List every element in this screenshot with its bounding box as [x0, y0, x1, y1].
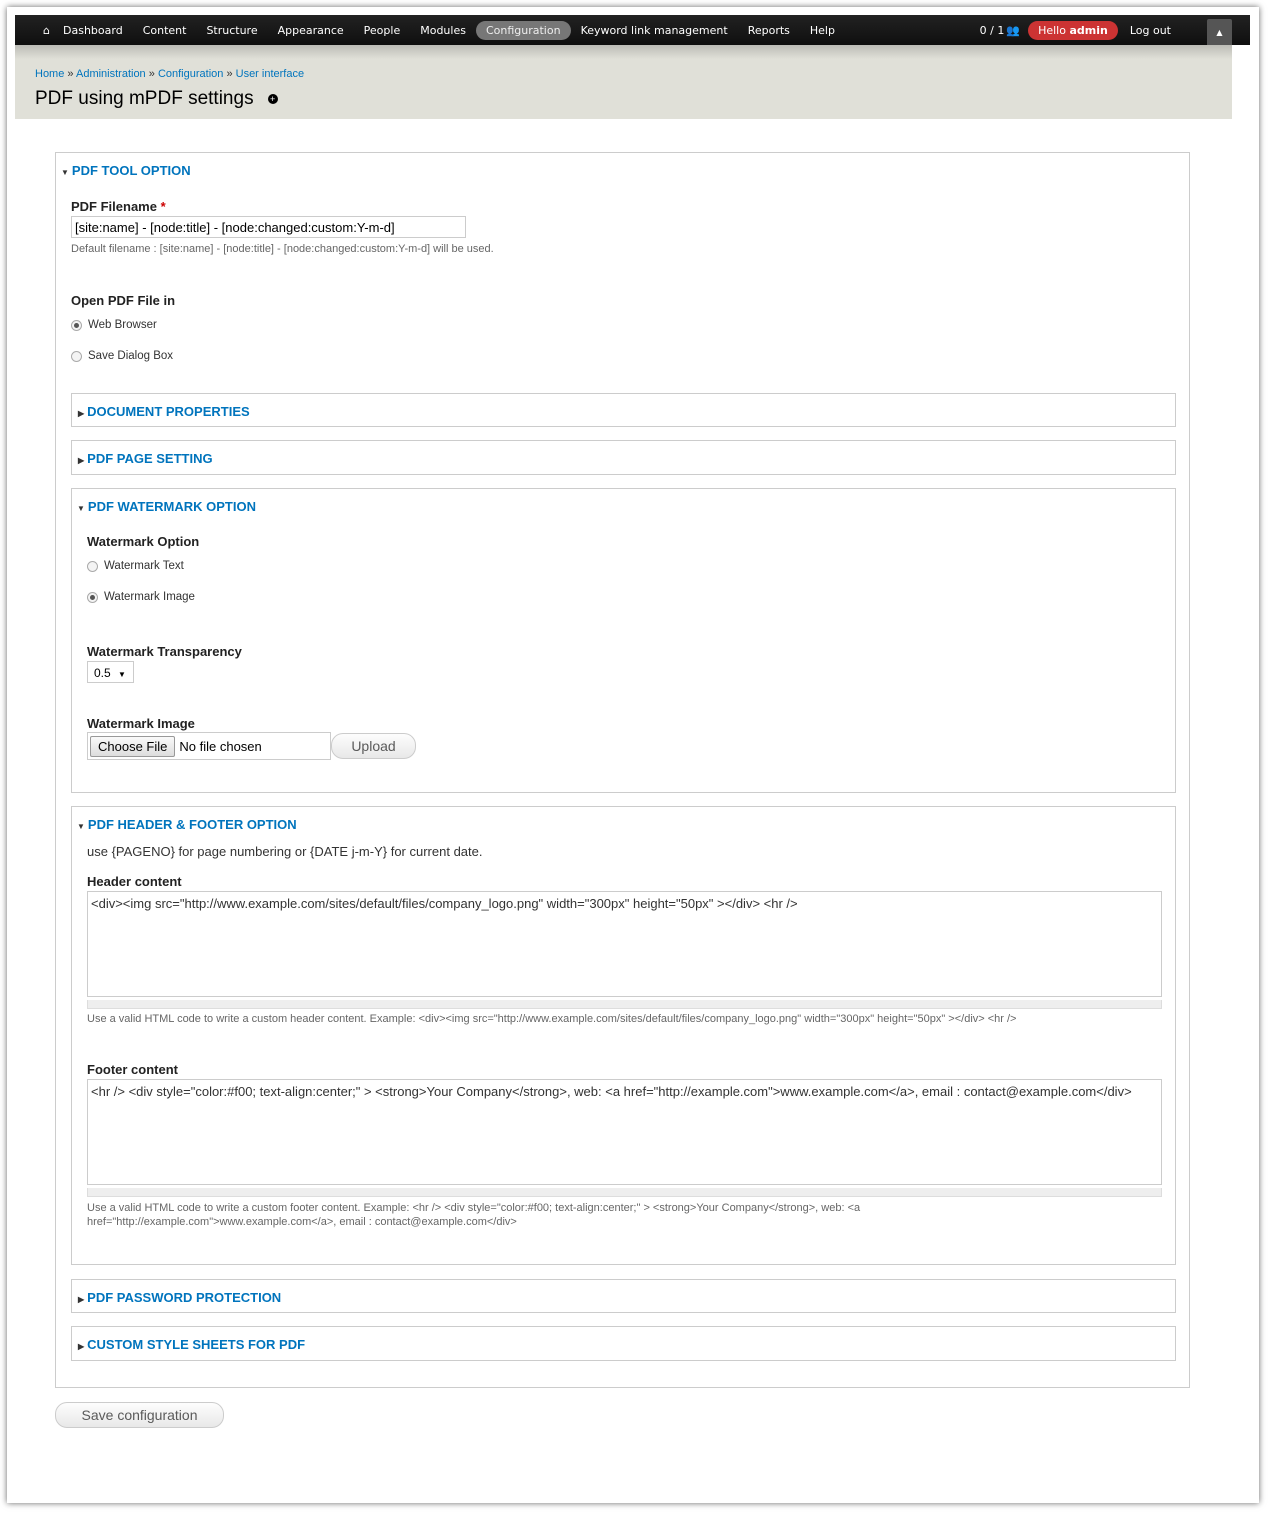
- page-title: PDF using mPDF settings: [35, 88, 254, 109]
- radio-label: Save Dialog Box: [88, 350, 174, 362]
- pdf-watermark-toggle[interactable]: ▼ PDF WATERMARK OPTION: [77, 499, 256, 514]
- legend: PDF TOOL OPTION: [71, 163, 191, 178]
- document-properties-fieldset: ▶ DOCUMENT PROPERTIES: [71, 393, 1176, 427]
- header-content-label: Header content: [87, 874, 182, 889]
- legend: PDF PAGE SETTING: [87, 451, 213, 466]
- radio-label: Watermark Text: [104, 560, 184, 572]
- pdf-filename-input[interactable]: [71, 216, 466, 238]
- resize-grip[interactable]: [87, 1000, 1162, 1009]
- breadcrumb-configuration[interactable]: Configuration: [158, 68, 223, 80]
- legend: PDF WATERMARK OPTION: [87, 499, 256, 514]
- radio-web-browser[interactable]: Web Browser: [71, 319, 157, 331]
- sep: »: [67, 68, 74, 80]
- logout-link[interactable]: Log out: [1130, 24, 1171, 37]
- radio-label: Web Browser: [88, 319, 157, 331]
- nav-reports[interactable]: Reports: [738, 21, 800, 40]
- legend: DOCUMENT PROPERTIES: [87, 404, 250, 419]
- sep: »: [148, 68, 155, 80]
- watermark-image-label: Watermark Image: [87, 716, 195, 731]
- breadcrumb-administration[interactable]: Administration: [76, 68, 146, 80]
- nav-structure[interactable]: Structure: [196, 21, 267, 40]
- pdf-filename-description: Default filename : [site:name] - [node:t…: [71, 243, 494, 255]
- footer-content-description: Use a valid HTML code to write a custom …: [87, 1202, 861, 1228]
- pdf-tool-option-fieldset: ▼PDF TOOL OPTION PDF Filename * Default …: [55, 152, 1190, 1388]
- header-footer-note: use {PAGENO} for page numbering or {DATE…: [87, 844, 483, 859]
- nav-people[interactable]: People: [354, 21, 411, 40]
- sep: »: [226, 68, 233, 80]
- breadcrumb-home[interactable]: Home: [35, 68, 64, 80]
- pdf-page-setting-toggle[interactable]: ▶ PDF PAGE SETTING: [78, 451, 213, 466]
- radio-label: Watermark Image: [104, 591, 195, 603]
- nav-modules[interactable]: Modules: [410, 21, 476, 40]
- document-properties-toggle[interactable]: ▶ DOCUMENT PROPERTIES: [78, 404, 250, 419]
- open-pdf-label: Open PDF File in: [71, 293, 176, 308]
- dropdown-arrow-icon: ▼: [118, 670, 126, 679]
- pdf-tool-option-toggle[interactable]: ▼ PDF TOOL OPTION: [61, 163, 191, 178]
- choose-file-button[interactable]: Choose File: [90, 735, 176, 757]
- radio-watermark-image[interactable]: Watermark Image: [87, 591, 195, 603]
- custom-css-toggle[interactable]: ▶ CUSTOM STYLE SHEETS FOR PDF: [78, 1337, 305, 1352]
- watermark-file-input[interactable]: Choose File No file chosen: [87, 732, 331, 760]
- pdf-watermark-fieldset: ▼ PDF WATERMARK OPTION Watermark Option W…: [71, 488, 1176, 793]
- add-shortcut-icon[interactable]: +: [267, 93, 278, 104]
- radio-icon: [71, 319, 82, 331]
- breadcrumb-user-interface[interactable]: User interface: [236, 68, 304, 80]
- legend: PDF PASSWORD PROTECTION: [87, 1290, 282, 1305]
- pdf-password-toggle[interactable]: ▶ PDF PASSWORD PROTECTION: [78, 1290, 281, 1305]
- toggle-drawer-icon[interactable]: ▲: [1207, 19, 1232, 45]
- required-marker: *: [160, 199, 166, 214]
- header-content-textarea[interactable]: <div><img src="http://www.example.com/si…: [87, 891, 1162, 997]
- watermark-transparency-select[interactable]: 0.5 ▼: [87, 661, 134, 683]
- page-header: Home » Administration » Configuration » …: [15, 45, 1232, 119]
- username: admin: [1069, 23, 1108, 37]
- nav-configuration[interactable]: Configuration: [475, 20, 571, 40]
- footer-content-textarea[interactable]: <hr /> <div style="color:#f00; text-alig…: [87, 1079, 1162, 1185]
- users-icon: 👥: [1006, 23, 1021, 37]
- collapsed-triangle-icon: ▶: [78, 409, 85, 418]
- save-configuration-button[interactable]: Save configuration: [55, 1402, 224, 1428]
- home-icon[interactable]: ⌂: [33, 21, 53, 40]
- radio-icon: [87, 560, 98, 572]
- footer-content-label: Footer content: [87, 1062, 178, 1077]
- radio-icon: [87, 591, 98, 603]
- header-content-description: Use a valid HTML code to write a custom …: [87, 1013, 1017, 1025]
- hello-user-badge[interactable]: Hello admin: [1028, 20, 1118, 40]
- select-value: 0.5: [94, 666, 111, 680]
- radio-save-dialog-box[interactable]: Save Dialog Box: [71, 350, 173, 362]
- hello-text: Hello: [1038, 23, 1066, 37]
- nav-content[interactable]: Content: [133, 21, 197, 40]
- collapsed-triangle-icon: ▶: [78, 1295, 85, 1304]
- custom-css-fieldset: ▶ CUSTOM STYLE SHEETS FOR PDF: [71, 1326, 1176, 1361]
- users-count: 0 / 1: [979, 23, 1005, 37]
- expanded-triangle-icon: ▼: [77, 504, 85, 513]
- collapsed-triangle-icon: ▶: [78, 456, 85, 465]
- expanded-triangle-icon: ▼: [77, 822, 85, 831]
- radio-icon: [71, 350, 82, 362]
- legend: PDF HEADER & FOOTER OPTION: [87, 817, 297, 832]
- pdf-password-fieldset: ▶ PDF PASSWORD PROTECTION: [71, 1279, 1176, 1313]
- nav-appearance[interactable]: Appearance: [268, 21, 354, 40]
- nav-dashboard[interactable]: Dashboard: [53, 21, 133, 40]
- radio-watermark-text[interactable]: Watermark Text: [87, 560, 184, 572]
- pdf-filename-label: PDF Filename: [71, 199, 157, 214]
- upload-button[interactable]: Upload: [331, 733, 416, 759]
- resize-grip[interactable]: [87, 1188, 1162, 1197]
- legend: CUSTOM STYLE SHEETS FOR PDF: [87, 1337, 306, 1352]
- expanded-triangle-icon: ▼: [61, 168, 69, 177]
- pdf-header-footer-fieldset: ▼ PDF HEADER & FOOTER OPTION use {PAGENO}…: [71, 806, 1176, 1265]
- pdf-page-setting-fieldset: ▶ PDF PAGE SETTING: [71, 440, 1176, 475]
- watermark-transparency-label: Watermark Transparency: [87, 644, 242, 659]
- pdf-header-footer-toggle[interactable]: ▼ PDF HEADER & FOOTER OPTION: [77, 817, 297, 832]
- collapsed-triangle-icon: ▶: [78, 1342, 85, 1351]
- admin-toolbar: ⌂ Dashboard Content Structure Appearance…: [15, 15, 1250, 45]
- nav-help[interactable]: Help: [800, 21, 845, 40]
- nav-keyword-link-management[interactable]: Keyword link management: [571, 21, 738, 40]
- watermark-option-label: Watermark Option: [87, 534, 200, 549]
- breadcrumb: Home » Administration » Configuration » …: [35, 68, 304, 80]
- no-file-chosen-text: No file chosen: [179, 738, 262, 754]
